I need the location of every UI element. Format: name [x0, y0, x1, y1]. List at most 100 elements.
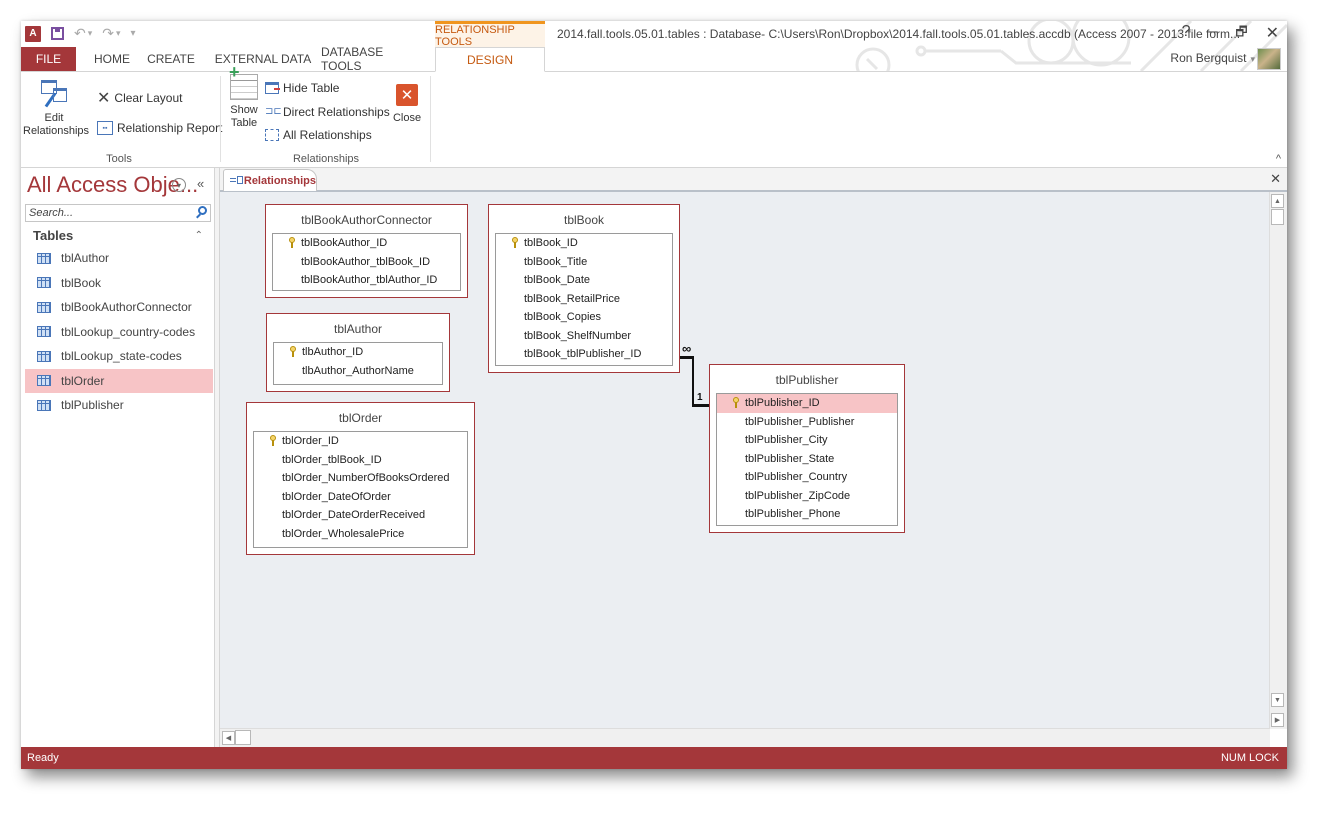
tables-group-header[interactable]: Tables ⌃ [25, 226, 211, 244]
nav-item-table[interactable]: tblAuthor [25, 246, 213, 271]
collapse-ribbon-button[interactable]: ^ [1276, 153, 1281, 165]
hide-table-button[interactable]: Hide Table [265, 81, 339, 95]
tab-home[interactable]: HOME [87, 47, 137, 71]
table-icon [37, 350, 51, 362]
tab-design[interactable]: DESIGN [435, 47, 545, 72]
nav-item-table[interactable]: tblLookup_state-codes [25, 344, 213, 369]
field-row[interactable]: tblOrder_DateOrderReceived [254, 506, 467, 525]
close-document-button[interactable]: ✕ [1270, 171, 1281, 187]
field-row[interactable]: tblBook_tblPublisher_ID [496, 345, 672, 364]
nav-item-table[interactable]: tblLookup_country-codes [25, 320, 213, 345]
field-row[interactable]: tblPublisher_Publisher [717, 413, 897, 432]
relationship-report-button[interactable]: ▪▪ Relationship Report [97, 121, 222, 135]
edit-relationships-button[interactable]: Edit Relationships [23, 78, 89, 138]
avatar[interactable] [1257, 48, 1281, 70]
field-row[interactable]: tblOrder_ID [254, 432, 467, 451]
table-fieldlist-bookauthorconnector[interactable]: tblBookAuthorConnector tblBookAuthor_IDt… [265, 204, 468, 298]
nav-item-table[interactable]: tblBookAuthorConnector [25, 295, 213, 320]
field-row[interactable]: tlbAuthor_ID [274, 343, 442, 362]
relationships-tab-label: Relationships [243, 174, 316, 187]
field-row[interactable]: tblBook_ID [496, 234, 672, 253]
field-name: tblOrder_DateOfOrder [282, 490, 391, 503]
redo-dropdown-icon[interactable]: ▾ [116, 28, 121, 39]
search-icon[interactable] [198, 206, 207, 215]
scroll-left-button[interactable]: ◀ [222, 731, 235, 745]
field-row[interactable]: tblPublisher_Country [717, 468, 897, 487]
field-row[interactable]: tblBook_ShelfNumber [496, 327, 672, 346]
clear-layout-button[interactable]: ✕ Clear Layout [97, 88, 182, 108]
field-row[interactable]: tblPublisher_City [717, 431, 897, 450]
nav-item-table[interactable]: tblOrder [25, 368, 213, 393]
minimize-button[interactable]: – [1208, 23, 1217, 45]
restore-button[interactable]: 🗗 [1235, 23, 1247, 45]
quick-access-toolbar: A ↶ ▾ ↷ ▾ ▾ [25, 25, 136, 42]
nav-menu-icon[interactable]: ▾ [172, 178, 186, 192]
field-row[interactable]: tblPublisher_ZipCode [717, 487, 897, 506]
field-row[interactable]: tblBookAuthor_ID [273, 234, 460, 253]
field-row[interactable]: tblOrder_NumberOfBooksOrdered [254, 469, 467, 488]
field-row[interactable]: tblBook_Date [496, 271, 672, 290]
table-fieldlist-author[interactable]: tblAuthor tlbAuthor_ID tlbAuthor_AuthorNa… [266, 313, 450, 392]
tab-file[interactable]: FILE [21, 47, 76, 71]
relationships-canvas[interactable]: tblBookAuthorConnector tblBookAuthor_IDt… [220, 192, 1270, 729]
clear-layout-label: Clear Layout [114, 91, 183, 105]
close-icon: ✕ [396, 84, 418, 106]
field-name: tlbAuthor_ID [302, 346, 364, 359]
save-icon[interactable] [51, 27, 64, 40]
nav-item-table[interactable]: tblBook [25, 271, 213, 296]
field-row[interactable]: tblPublisher_ID [717, 394, 897, 413]
all-relationships-button[interactable]: All Relationships [265, 128, 372, 142]
close-window-button[interactable]: ✕ [1266, 23, 1279, 45]
table-fieldlist-publisher[interactable]: tblPublisher tblPublisher_ID tblPublisher… [709, 364, 905, 533]
show-table-button[interactable]: Show Table [227, 66, 261, 130]
horizontal-scrollbar[interactable]: ◀ [220, 728, 1270, 747]
show-table-label-1: Show [230, 104, 258, 116]
table-icon [37, 399, 51, 411]
tab-database-tools[interactable]: DATABASE TOOLS [321, 45, 423, 73]
field-name: tblPublisher_Publisher [745, 415, 855, 428]
field-row[interactable]: tblBook_RetailPrice [496, 290, 672, 309]
scroll-down-button[interactable]: ▼ [1271, 693, 1284, 707]
tab-create[interactable]: CREATE [145, 47, 197, 71]
vertical-scroll-thumb[interactable] [1271, 209, 1284, 225]
scroll-up-button[interactable]: ▲ [1271, 194, 1284, 208]
field-name: tblBookAuthor_tblBook_ID [301, 255, 431, 268]
table-icon [37, 326, 51, 338]
access-app-icon[interactable]: A [25, 25, 41, 42]
search-input[interactable] [26, 205, 192, 221]
field-row[interactable]: tblPublisher_State [717, 450, 897, 469]
tab-relationships[interactable]: Relationships [223, 169, 317, 191]
horizontal-scroll-thumb[interactable] [235, 730, 251, 745]
tables-list: tblAuthor tblBook tblBookAuthorConnector tb… [25, 246, 213, 418]
table-fieldlist-order[interactable]: tblOrder tblOrder_ID tblOrder_tblBook_ID t… [246, 402, 475, 555]
field-row[interactable]: tblOrder_DateOfOrder [254, 488, 467, 507]
field-row[interactable]: tblBook_Copies [496, 308, 672, 327]
window-controls: ? – 🗗 ✕ [1182, 23, 1279, 45]
field-row[interactable]: tblOrder_tblBook_ID [254, 451, 467, 470]
customize-qat-icon[interactable]: ▾ [131, 28, 136, 39]
redo-icon[interactable]: ↷ [102, 25, 114, 42]
field-row[interactable]: tblPublisher_Phone [717, 505, 897, 524]
field-row[interactable]: tblBookAuthor_tblBook_ID [273, 253, 460, 272]
undo-dropdown-icon[interactable]: ▾ [88, 28, 93, 39]
user-account[interactable]: Ron Bergquist ▾ [1170, 51, 1255, 65]
vertical-scrollbar[interactable]: ▲ ▼ ▶ [1269, 192, 1287, 729]
relationship-line[interactable] [692, 356, 694, 406]
field-row[interactable]: tblBook_Title [496, 253, 672, 272]
table-title: tblBookAuthorConnector [301, 213, 432, 227]
close-relationships-button[interactable]: ✕ Close [389, 84, 425, 125]
scroll-right-button[interactable]: ▶ [1271, 713, 1284, 727]
tab-external-data[interactable]: EXTERNAL DATA [213, 47, 313, 71]
nav-collapse-icon[interactable]: « [197, 176, 204, 191]
relationship-line-one-end[interactable] [692, 404, 709, 407]
direct-relationships-button[interactable]: ⊐⊏ Direct Relationships [265, 105, 390, 119]
status-text: Ready [27, 752, 59, 764]
nav-item-table[interactable]: tblPublisher [25, 393, 213, 418]
undo-icon[interactable]: ↶ [74, 25, 86, 42]
field-row[interactable]: tblBookAuthor_tblAuthor_ID [273, 271, 460, 290]
field-row[interactable]: tblOrder_WholesalePrice [254, 525, 467, 544]
relationships-icon [230, 175, 243, 186]
help-button[interactable]: ? [1182, 23, 1191, 45]
table-fieldlist-book[interactable]: tblBook tblBook_ID tblBook_Title tblBook_D… [488, 204, 680, 373]
field-row[interactable]: tlbAuthor_AuthorName [274, 362, 442, 381]
